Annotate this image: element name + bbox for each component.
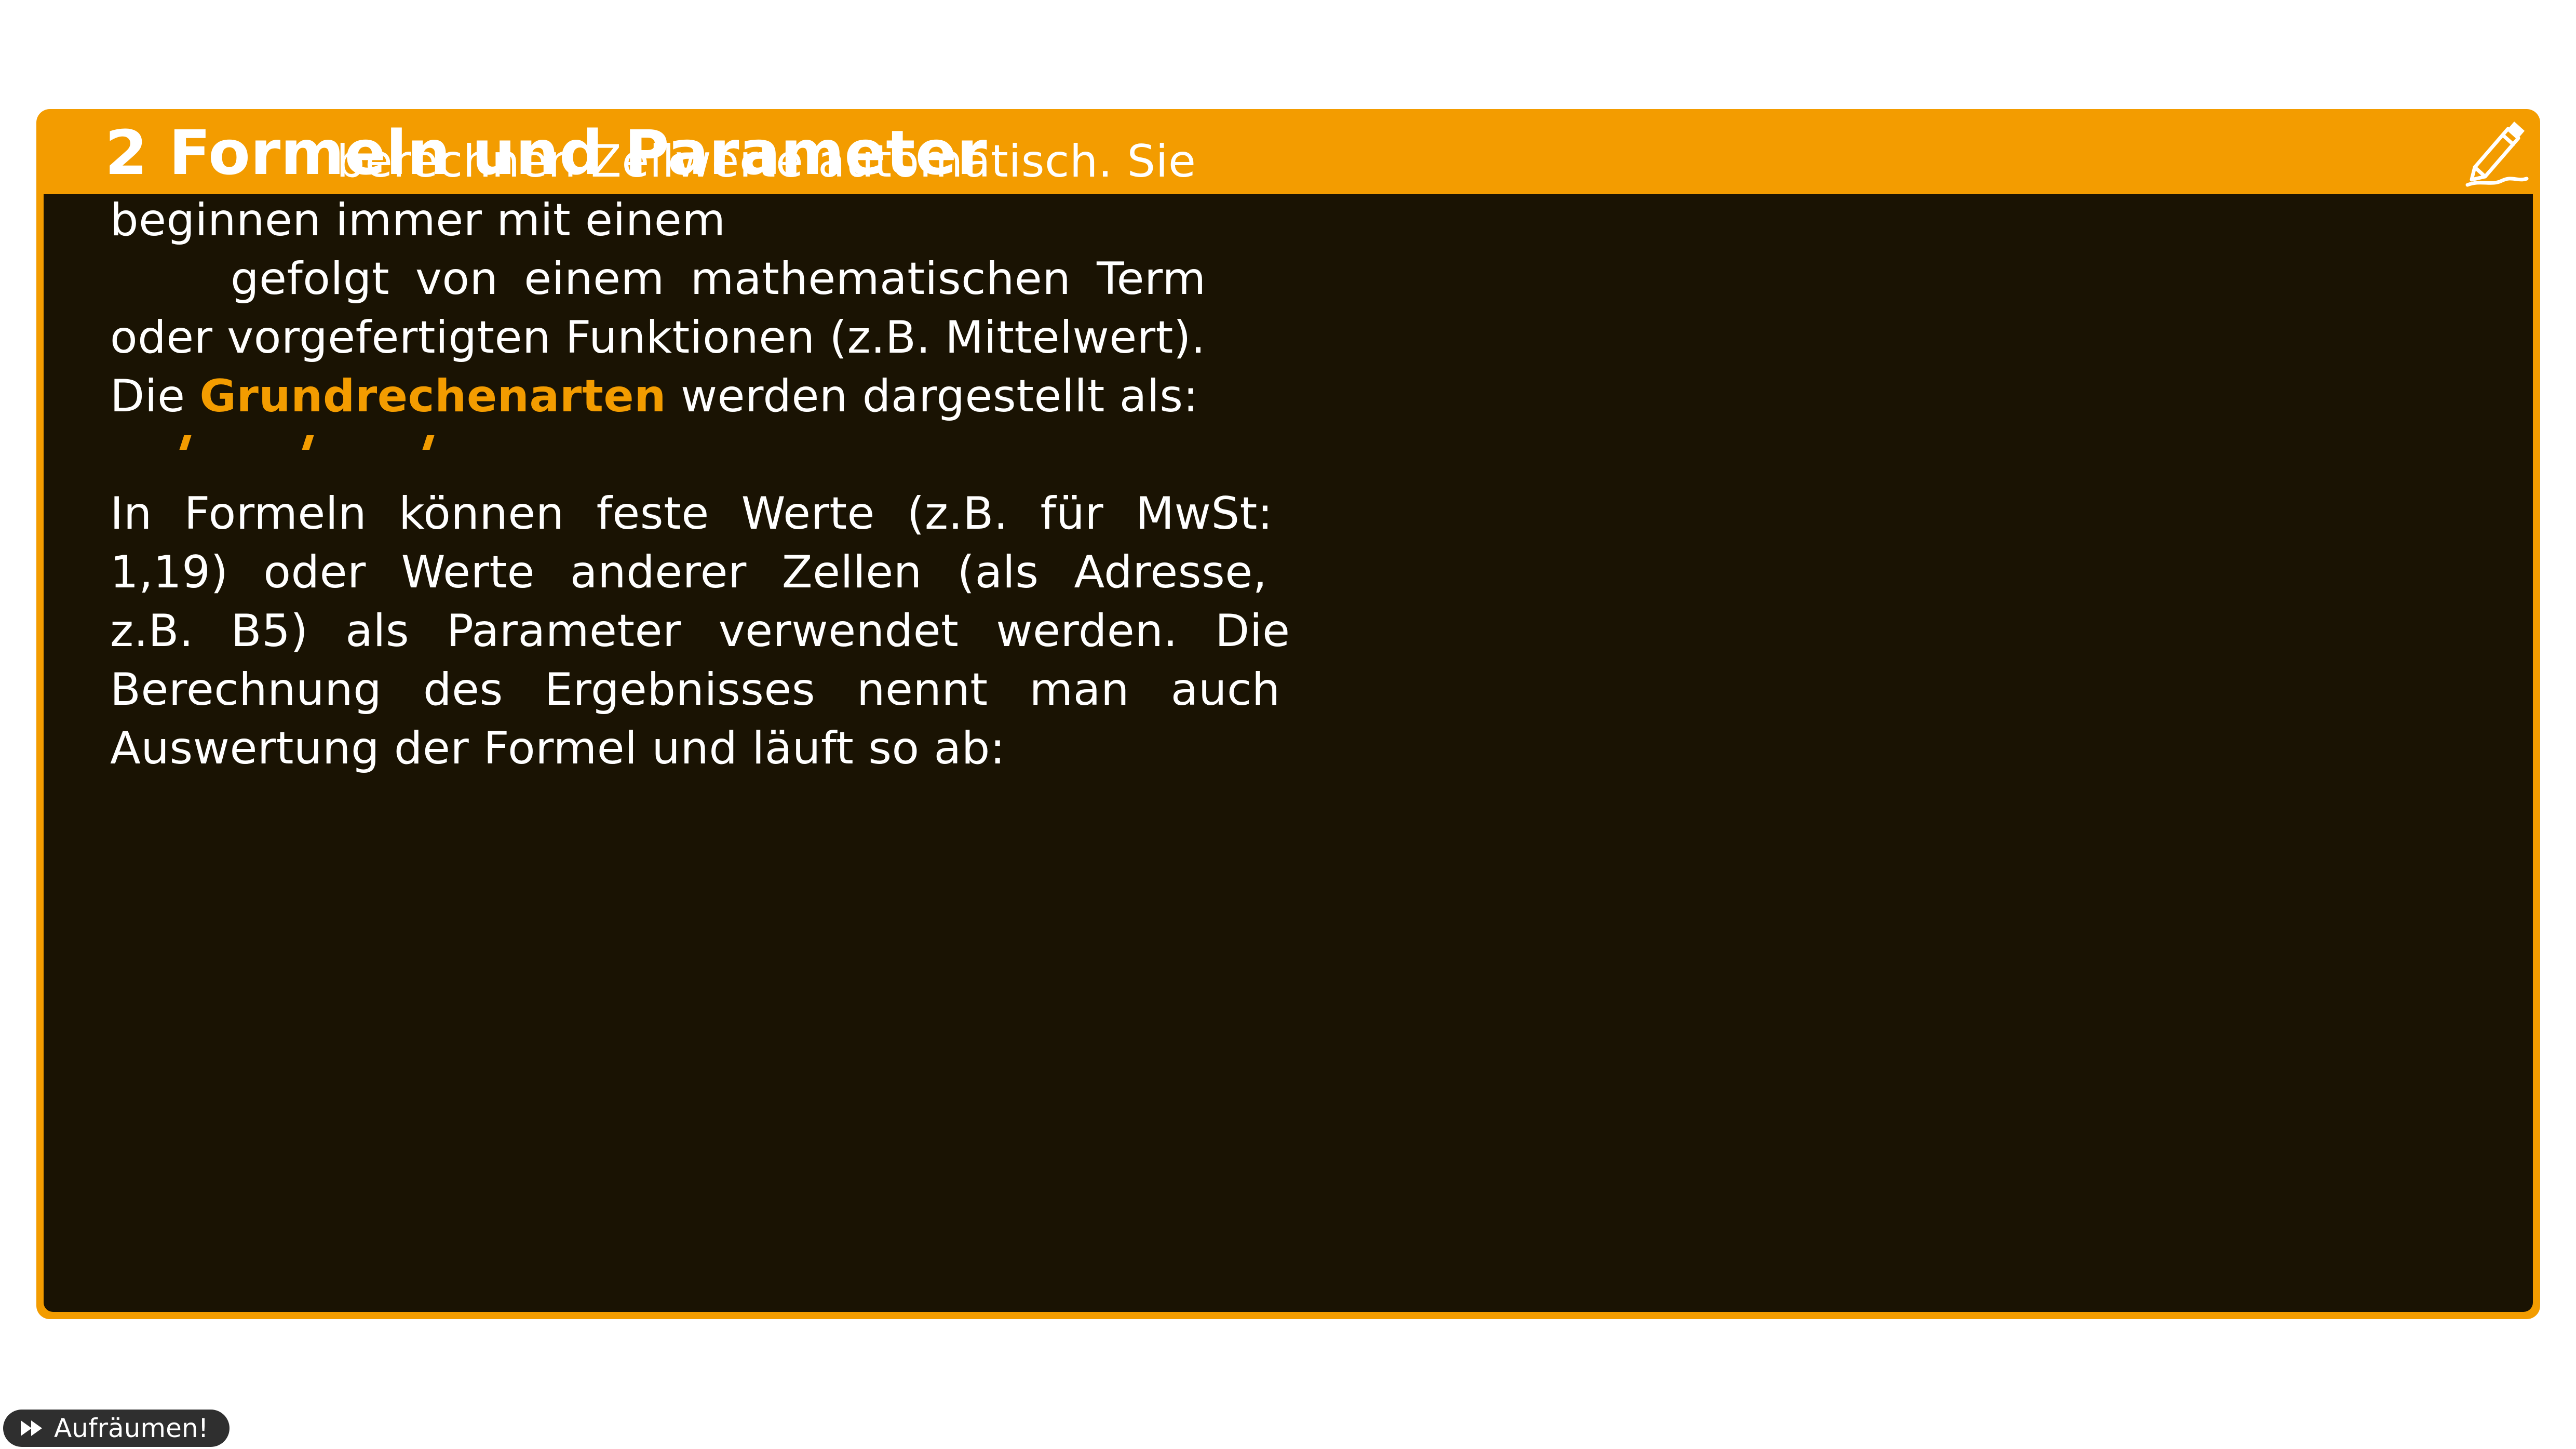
- operator-ticks: [110, 426, 1147, 485]
- text-line-7: In Formeln können feste Werte (z.B. für …: [110, 488, 1273, 540]
- text-line-5: Die Grundrechenarten werden dargestellt …: [110, 367, 1198, 426]
- fast-forward-icon: [21, 1420, 44, 1436]
- text-line-11: Auswertung der Formel und läuft so ab:: [110, 722, 1006, 774]
- cleanup-button[interactable]: Aufräumen!: [3, 1410, 230, 1447]
- text-line-3: gefolgt von einem mathematischen Term: [231, 250, 1206, 308]
- text-line-4: oder vorgefertigten Funktionen (z.B. Mit…: [110, 312, 1206, 364]
- text-line-9: z.B. B5) als Parameter verwendet werden.…: [110, 605, 1290, 657]
- pencil-icon[interactable]: [2460, 116, 2533, 189]
- cleanup-label: Aufräumen!: [54, 1413, 209, 1443]
- text-line-5-post: werden dargestellt als:: [680, 370, 1199, 422]
- operator-tick: [179, 435, 192, 450]
- text-line-10: Berechnung des Ergebnisses nennt man auc…: [110, 664, 1280, 716]
- operator-tick: [302, 435, 314, 450]
- text-line-1: berechnen Zellwerte automatisch. Sie: [336, 136, 1196, 187]
- text-line-2: beginnen immer mit einem: [110, 194, 726, 246]
- highlight-grundrechenarten: Grundrechenarten: [199, 370, 666, 422]
- text-line-8: 1,19) oder Werte anderer Zellen (als Adr…: [110, 546, 1267, 598]
- operator-tick: [422, 435, 435, 450]
- text-line-5-pre: Die: [110, 370, 185, 422]
- text-line-3-content: gefolgt von einem mathematischen Term: [231, 253, 1206, 305]
